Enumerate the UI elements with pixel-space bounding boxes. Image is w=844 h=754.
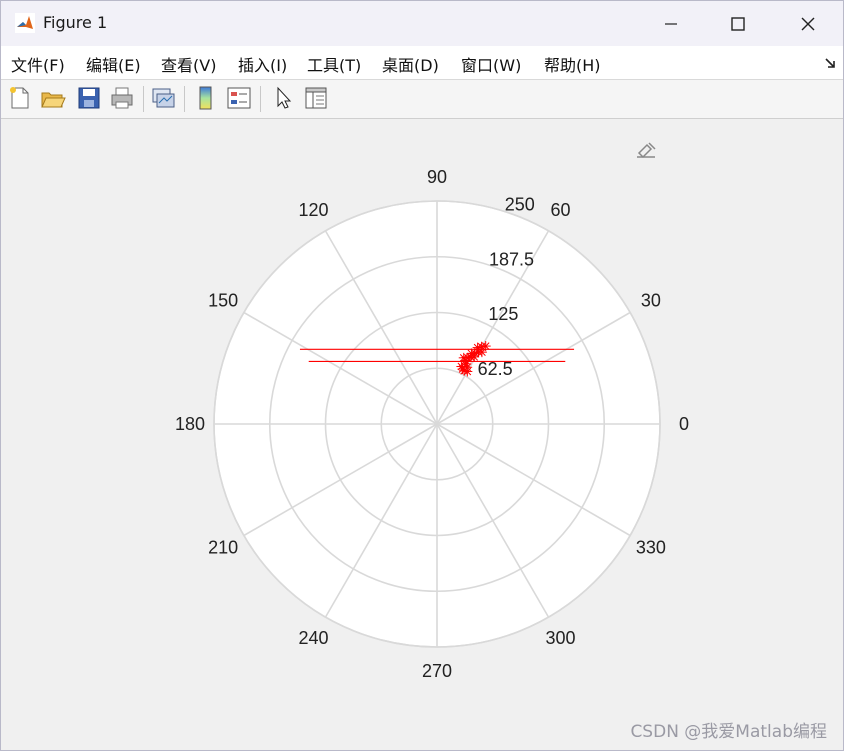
angle-tick-label: 210	[208, 538, 238, 558]
property-inspector-icon[interactable]	[303, 85, 329, 111]
menu-help[interactable]: 帮助(H)	[544, 52, 601, 76]
angle-tick-label: 330	[636, 538, 666, 558]
window-title: Figure 1	[43, 13, 108, 32]
menu-edit[interactable]: 编辑(E)	[86, 52, 141, 76]
title-bar: Figure 1	[1, 1, 843, 46]
menu-insert[interactable]: 插入(I)	[238, 52, 287, 76]
menu-view[interactable]: 查看(V)	[161, 52, 216, 76]
print-icon[interactable]	[109, 85, 135, 111]
figure-window: Figure 1 文件(F) 编辑(E) 查看(V) 插入(I) 工具(T) 桌…	[0, 0, 844, 751]
radial-tick-label: 187.5	[489, 249, 534, 269]
edit-plot-icon[interactable]	[637, 142, 656, 159]
minimize-button[interactable]	[643, 1, 699, 46]
menu-window[interactable]: 窗口(W)	[461, 52, 521, 76]
toolbar-separator	[143, 86, 144, 112]
angle-tick-label: 270	[422, 661, 452, 681]
maximize-icon	[731, 16, 745, 31]
close-button[interactable]	[780, 1, 836, 46]
open-file-icon[interactable]	[40, 85, 66, 111]
link-plot-icon[interactable]	[150, 85, 176, 111]
angle-tick-label: 150	[208, 291, 238, 311]
angle-tick-label: 90	[427, 167, 447, 187]
new-figure-icon[interactable]	[7, 85, 33, 111]
colorbar-icon[interactable]	[193, 85, 219, 111]
angle-tick-label: 300	[545, 628, 575, 648]
toolbar	[1, 80, 843, 119]
menu-tools[interactable]: 工具(T)	[307, 52, 361, 76]
minimize-icon	[665, 22, 677, 25]
radial-tick-label: 62.5	[478, 359, 513, 379]
menu-file[interactable]: 文件(F)	[11, 52, 65, 76]
radial-tick-label: 125	[488, 304, 518, 324]
angle-tick-label: 120	[298, 200, 328, 220]
matlab-icon	[15, 13, 35, 33]
toolbar-separator	[184, 86, 185, 112]
angle-tick-label: 60	[550, 200, 570, 220]
angle-tick-label: 240	[298, 628, 328, 648]
figure-canvas: 0 30 60 90 120 150 180 210 240 270 300 330 62.5 125 18…	[1, 119, 843, 750]
save-icon[interactable]	[76, 85, 102, 111]
menu-bar: 文件(F) 编辑(E) 查看(V) 插入(I) 工具(T) 桌面(D) 窗口(W…	[1, 46, 843, 80]
close-icon	[801, 17, 815, 30]
legend-icon[interactable]	[226, 85, 252, 111]
angle-tick-label: 180	[175, 414, 205, 434]
maximize-button[interactable]	[710, 1, 766, 46]
radial-tick-label: 250	[505, 194, 535, 214]
toolbar-separator	[260, 86, 261, 112]
angle-tick-label: 0	[679, 414, 689, 434]
menu-desktop[interactable]: 桌面(D)	[382, 52, 439, 76]
angle-tick-label: 30	[641, 291, 661, 311]
polar-plot[interactable]: 0 30 60 90 120 150 180 210 240 270 300 330 62.5 125 18…	[1, 119, 843, 750]
dock-arrow-icon[interactable]	[823, 56, 837, 70]
edit-plot-arrow-icon[interactable]	[271, 85, 297, 111]
watermark: CSDN @我爱Matlab编程	[630, 722, 827, 742]
